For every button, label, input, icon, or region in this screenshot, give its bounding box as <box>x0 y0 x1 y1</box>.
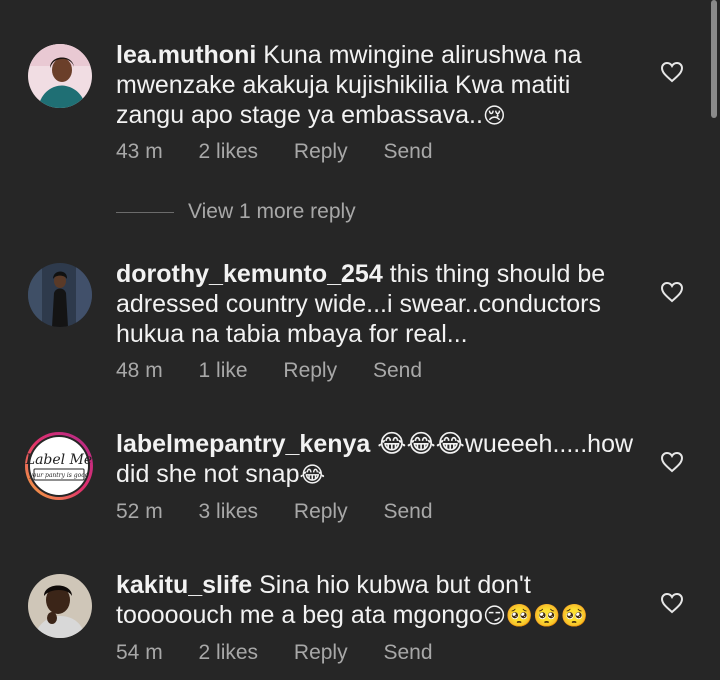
reply-button[interactable]: Reply <box>283 359 337 383</box>
comment-meta: 48 m 1 like Reply Send <box>116 359 452 383</box>
comment-meta: 54 m 2 likes Reply Send <box>116 641 463 665</box>
comment-meta: 43 m 2 likes Reply Send <box>116 140 463 164</box>
likes-count[interactable]: 2 likes <box>199 641 259 665</box>
logo-tagline: your pantry is good <box>28 472 88 479</box>
divider-line <box>116 211 174 213</box>
likes-count[interactable]: 1 like <box>199 359 248 383</box>
logo-text: Label Me <box>25 452 92 468</box>
comment-username[interactable]: dorothy_kemunto_254 <box>116 260 383 288</box>
avatar[interactable] <box>28 574 92 638</box>
comment-username[interactable]: kakitu_slife <box>116 571 252 599</box>
comment-time: 43 m <box>116 140 163 163</box>
avatar-photo <box>28 44 92 108</box>
comment-username[interactable]: labelmepantry_kenya <box>116 430 370 458</box>
scrollbar[interactable] <box>711 0 717 118</box>
send-button[interactable]: Send <box>373 359 422 383</box>
avatar-photo <box>28 574 92 638</box>
send-button[interactable]: Send <box>383 641 432 665</box>
comment-meta: 52 m 3 likes Reply Send <box>116 500 463 524</box>
heart-outline-icon[interactable] <box>660 61 684 83</box>
heart-outline-icon[interactable] <box>660 592 684 614</box>
likes-count[interactable]: 3 likes <box>199 500 259 524</box>
reply-button[interactable]: Reply <box>294 140 348 164</box>
comment-text: dorothy_kemunto_254 this thing should be… <box>116 259 636 349</box>
send-button[interactable]: Send <box>383 500 432 524</box>
avatar-photo <box>28 263 92 327</box>
comments-screen: lea.muthoni Kuna mwingine alirushwa na m… <box>0 0 720 680</box>
reply-button[interactable]: Reply <box>294 500 348 524</box>
emoji: 😂 <box>299 463 326 488</box>
comment-text: kakitu_slife Sina hio kubwa but don't to… <box>116 570 636 632</box>
emoji: 😢 <box>482 104 506 129</box>
send-button[interactable]: Send <box>383 140 432 164</box>
comment-time: 54 m <box>116 641 163 664</box>
brand-logo-avatar: Label Me your pantry is good <box>25 432 93 500</box>
comment-text: lea.muthoni Kuna mwingine alirushwa na m… <box>116 40 636 132</box>
likes-count[interactable]: 2 likes <box>199 140 259 164</box>
comment-username[interactable]: lea.muthoni <box>116 41 256 69</box>
avatar[interactable] <box>28 44 92 108</box>
heart-outline-icon[interactable] <box>660 281 684 303</box>
avatar[interactable]: Label Me your pantry is good <box>24 431 94 501</box>
comment-time: 48 m <box>116 359 163 382</box>
comment-time: 52 m <box>116 500 163 523</box>
avatar[interactable] <box>28 263 92 327</box>
reply-button[interactable]: Reply <box>294 641 348 665</box>
comment-text: labelmepantry_kenya 😂😂😂wueeeh.....how di… <box>116 429 636 491</box>
emoji: 😏🥺🥺🥺 <box>482 604 589 629</box>
heart-outline-icon[interactable] <box>660 451 684 473</box>
view-more-label: View 1 more reply <box>188 200 356 223</box>
view-more-replies[interactable]: View 1 more reply <box>116 197 356 227</box>
